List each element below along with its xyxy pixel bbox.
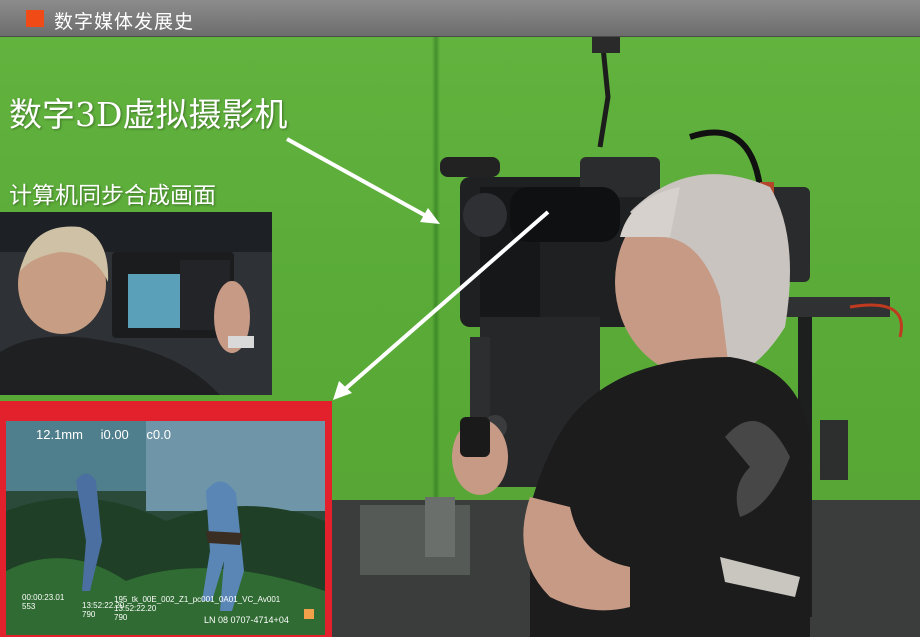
virtual-camera-photo xyxy=(440,37,903,637)
hud-timecode-a-sub: 553 xyxy=(22,602,36,611)
hud-c-value: c0.0 xyxy=(146,427,171,442)
virtual-monitor-frame: 12.1mm i0.00 c0.0 00:00:23.01 553 13:52:… xyxy=(0,401,332,637)
slide: 数字媒体发展史 数字3D虚拟摄影机 计算机同步合成画面 12.1mm i0.00… xyxy=(0,0,920,637)
sub-caption: 计算机同步合成画面 xyxy=(9,183,216,209)
hud-camera-settings: 12.1mm i0.00 c0.0 xyxy=(36,427,185,442)
hud-ln-line: LN 08 0707-4714+04 xyxy=(204,615,289,625)
hud-timecode-c-value: 13:52:22.20 xyxy=(114,604,157,613)
hud-focal-length: 12.1mm xyxy=(36,427,83,442)
operator-photo-image xyxy=(0,212,272,395)
slide-title: 数字媒体发展史 xyxy=(54,11,195,33)
operator-inset-photo xyxy=(0,212,272,395)
slide-bullet-square-icon xyxy=(26,10,44,27)
virtual-monitor-screen: 12.1mm i0.00 c0.0 00:00:23.01 553 13:52:… xyxy=(6,421,325,635)
slide-header: 数字媒体发展史 xyxy=(0,0,920,37)
hud-iris: i0.00 xyxy=(100,427,129,442)
hud-record-square-icon xyxy=(304,609,314,619)
hud-timecode-a: 00:00:23.01 553 xyxy=(22,593,64,611)
main-caption: 数字3D虚拟摄影机 xyxy=(9,95,288,134)
hud-clip-name: 195_tk_00E_002_Z1_pc001_0A01_VC_Av001 xyxy=(114,595,281,604)
hud-timecode-a-value: 00:00:23.01 xyxy=(22,593,65,602)
